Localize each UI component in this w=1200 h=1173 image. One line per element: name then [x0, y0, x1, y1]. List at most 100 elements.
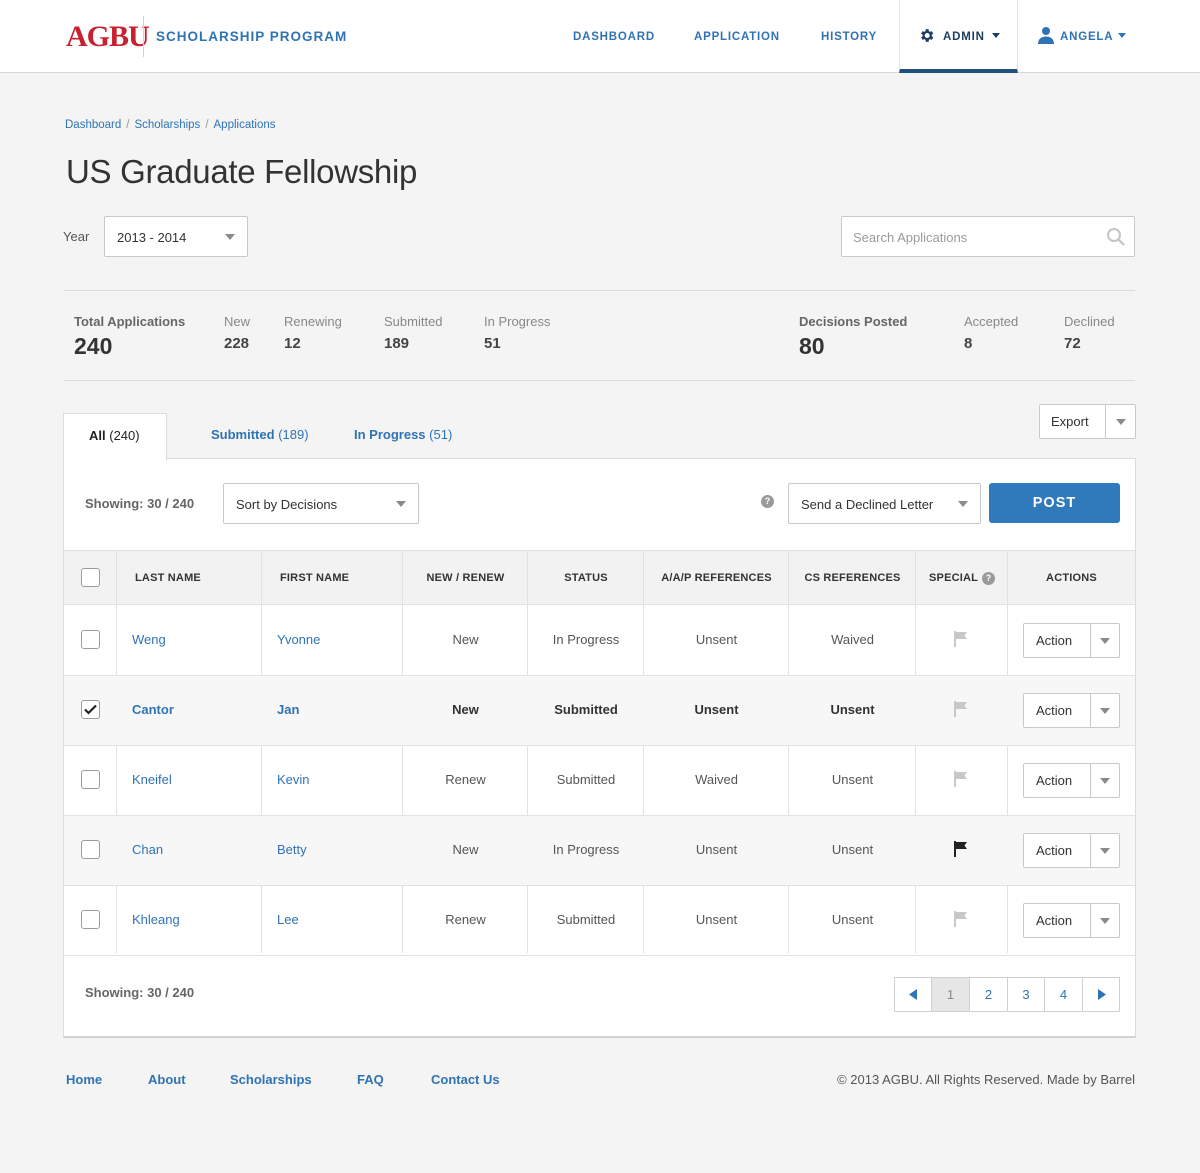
stat-submitted: Submitted 189	[384, 314, 443, 354]
last-name-link[interactable]: Kneifel	[132, 772, 172, 788]
stat-value: 72	[1064, 335, 1081, 352]
flag-icon[interactable]	[954, 701, 968, 717]
flag-icon[interactable]	[954, 631, 968, 647]
row-checkbox[interactable]	[81, 910, 100, 929]
chevron-down-icon[interactable]	[1100, 848, 1110, 854]
year-select[interactable]: 2013 - 2014	[104, 216, 248, 257]
flag-icon[interactable]	[954, 911, 968, 927]
action-label: Action	[1036, 843, 1073, 858]
caret-left-icon	[908, 989, 917, 1000]
year-select-value: 2013 - 2014	[117, 230, 187, 245]
column-header-last-name[interactable]: LAST NAME	[135, 571, 201, 585]
column-header-cs-references[interactable]: CS REFERENCES	[789, 571, 916, 585]
search-icon[interactable]	[1106, 227, 1126, 247]
action-dropdown[interactable]: Action	[1023, 903, 1120, 938]
table-row: Khleang Lee Renew Submitted Unsent Unsent Acti…	[64, 886, 1135, 956]
select-all-checkbox[interactable]	[81, 568, 100, 587]
action-dropdown[interactable]: Action	[1023, 833, 1120, 868]
last-name-link[interactable]: Cantor	[132, 702, 174, 718]
checkmark-icon	[84, 704, 97, 715]
footer-link-faq[interactable]: FAQ	[357, 1072, 384, 1088]
row-checkbox[interactable]	[81, 840, 100, 859]
nav-admin-menu[interactable]: ADMIN	[899, 0, 1018, 73]
page-button-1[interactable]: 1	[932, 978, 970, 1011]
action-dropdown[interactable]: Action	[1023, 693, 1120, 728]
split-divider	[1090, 694, 1091, 727]
nav-history[interactable]: HISTORY	[821, 30, 877, 45]
chevron-down-icon[interactable]	[1100, 638, 1110, 644]
last-name-link[interactable]: Chan	[132, 842, 163, 858]
tab-label: In Progress	[354, 427, 426, 442]
chevron-down-icon[interactable]	[1100, 708, 1110, 714]
chevron-down-icon	[225, 234, 235, 240]
split-divider	[1090, 834, 1091, 867]
search-input[interactable]	[853, 228, 1093, 246]
column-header-aap-references[interactable]: A/A/P REFERENCES	[644, 571, 789, 585]
footer-link-about[interactable]: About	[148, 1072, 186, 1088]
stat-renewing: Renewing 12	[284, 314, 342, 354]
prev-page-button[interactable]	[895, 978, 932, 1011]
footer-link-scholarships[interactable]: Scholarships	[230, 1072, 312, 1088]
copyright: © 2013 AGBU. All Rights Reserved. Made b…	[837, 1072, 1135, 1087]
page-button-3[interactable]: 3	[1008, 978, 1045, 1011]
breadcrumb-separator: /	[205, 119, 209, 131]
agbu-logo[interactable]: AGBU	[66, 19, 150, 55]
chevron-down-icon[interactable]	[1116, 419, 1126, 425]
tab-in-progress[interactable]: In Progress (51)	[354, 427, 452, 443]
first-name-link[interactable]: Jan	[277, 702, 299, 718]
tab-submitted[interactable]: Submitted (189)	[211, 427, 309, 443]
row-checkbox[interactable]	[81, 770, 100, 789]
chevron-down-icon[interactable]	[1100, 918, 1110, 924]
letter-select-value: Send a Declined Letter	[801, 497, 934, 512]
page-button-4[interactable]: 4	[1045, 978, 1083, 1011]
page-button-2[interactable]: 2	[970, 978, 1008, 1011]
nav-dashboard[interactable]: DASHBOARD	[573, 30, 655, 45]
aap-references-cell: Unsent	[695, 632, 738, 647]
first-name-link[interactable]: Kevin	[277, 772, 310, 788]
nav-application[interactable]: APPLICATION	[694, 30, 780, 45]
export-button[interactable]: Export	[1039, 404, 1136, 439]
tab-count: (189)	[278, 427, 309, 442]
breadcrumb-applications[interactable]: Applications	[214, 119, 276, 131]
cs-references-cell: Unsent	[831, 912, 874, 927]
row-checkbox[interactable]	[81, 700, 100, 719]
help-icon[interactable]: ?	[982, 572, 995, 585]
stat-accepted: Accepted 8	[964, 314, 1018, 354]
applications-panel: Showing: 30 / 240 Sort by Decisions ? Se…	[63, 458, 1136, 1038]
column-header-new-renew[interactable]: NEW / RENEW	[403, 571, 528, 585]
breadcrumb-dashboard[interactable]: Dashboard	[65, 119, 121, 131]
first-name-link[interactable]: Yvonne	[277, 632, 320, 648]
user-icon	[1038, 27, 1054, 44]
action-dropdown[interactable]: Action	[1023, 623, 1120, 658]
search-box	[841, 216, 1135, 257]
row-checkbox[interactable]	[81, 630, 100, 649]
new-renew-cell: Renew	[445, 912, 486, 927]
tab-all[interactable]: All (240)	[63, 413, 167, 460]
status-cell: In Progress	[552, 632, 620, 647]
chevron-down-icon[interactable]	[1100, 778, 1110, 784]
letter-select[interactable]: Send a Declined Letter	[788, 483, 981, 524]
post-button[interactable]: POST	[989, 483, 1120, 523]
column-header-status[interactable]: STATUS	[528, 571, 644, 585]
nav-user-label: ANGELA	[1060, 31, 1114, 43]
split-divider	[1105, 405, 1106, 438]
column-header-first-name[interactable]: FIRST NAME	[280, 571, 349, 585]
showing-count: Showing: 30 / 240	[85, 496, 195, 511]
flag-icon[interactable]	[954, 771, 968, 787]
split-divider	[1090, 904, 1091, 937]
footer-link-home[interactable]: Home	[66, 1072, 102, 1088]
column-header-special[interactable]: SPECIAL	[929, 571, 978, 585]
last-name-link[interactable]: Khleang	[132, 912, 180, 928]
help-icon[interactable]: ?	[761, 495, 774, 508]
first-name-link[interactable]: Betty	[277, 842, 307, 858]
first-name-link[interactable]: Lee	[277, 912, 299, 928]
flag-icon[interactable]	[954, 841, 968, 857]
action-dropdown[interactable]: Action	[1023, 763, 1120, 798]
breadcrumb-scholarships[interactable]: Scholarships	[134, 119, 200, 131]
aap-references-cell: Unsent	[694, 702, 739, 717]
stat-value: 12	[284, 335, 301, 352]
next-page-button[interactable]	[1083, 978, 1120, 1011]
sort-select[interactable]: Sort by Decisions	[223, 483, 419, 524]
footer-link-contact-us[interactable]: Contact Us	[431, 1072, 500, 1088]
last-name-link[interactable]: Weng	[132, 632, 166, 648]
